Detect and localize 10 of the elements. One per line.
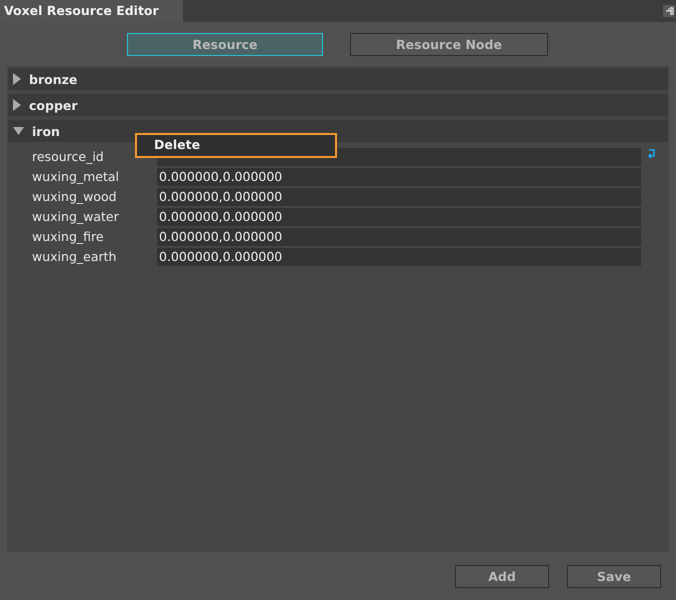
window-title: Voxel Resource Editor: [0, 0, 183, 22]
property-label: wuxing_water: [31, 208, 120, 224]
resource-name: bronze: [29, 72, 78, 86]
property-label: wuxing_earth: [31, 248, 118, 264]
property-label: wuxing_fire: [31, 228, 105, 244]
property-label: wuxing_wood: [31, 188, 118, 204]
property-label: resource_id: [31, 148, 105, 164]
resource-name: copper: [29, 98, 78, 112]
property-label: wuxing_metal: [31, 168, 120, 184]
resource-name: iron: [32, 124, 60, 138]
